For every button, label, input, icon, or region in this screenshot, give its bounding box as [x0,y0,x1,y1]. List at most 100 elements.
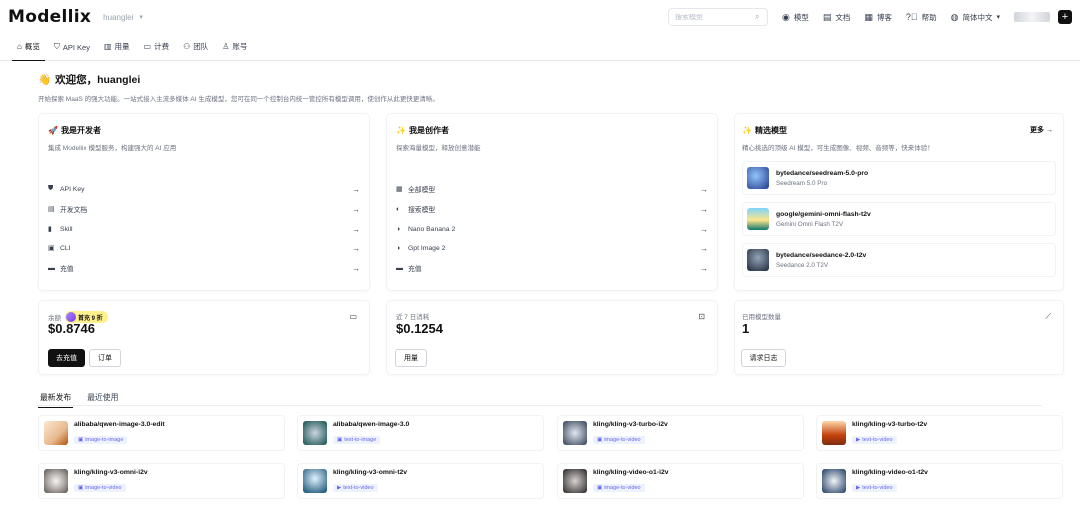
model-card[interactable]: kling/kling-v3-omni-i2v ▣ image-to-video [38,463,285,499]
model-card[interactable]: kling/kling-video-o1-i2v ▣ image-to-video [557,463,804,499]
model-thumbnail [747,167,769,189]
tag-label: image-to-video [85,484,122,491]
creator-item-search-models[interactable]: ◐ 搜索模型 → [396,203,708,215]
model-tag: ▣ image-to-video [593,483,645,492]
dev-item-cli[interactable]: ▣ CLI → [48,242,360,254]
creator-card: ✨ 我是创作者 探索海量模型，释放创意潜能 ▦ 全部模型 → ◐ 搜索模型 → … [386,113,718,291]
model-card[interactable]: kling/kling-v3-turbo-i2v ▣ image-to-video [557,415,804,451]
nav-help-label: 帮助 [921,12,937,22]
user-menu[interactable] [1014,12,1050,22]
dev-item-api-key[interactable]: ⛊ API Key → [48,183,360,195]
model-label: Gemini Omni Flash T2V [776,220,844,228]
tab-billing-label: 计费 [154,42,170,51]
nav-help[interactable]: ?⃝ 帮助 [906,12,937,23]
terminal-icon: ▣ [48,245,55,252]
nav-blog[interactable]: ▦ 博客 [864,12,892,23]
dev-item-docs[interactable]: ▤ 开发文档 → [48,203,360,215]
creator-item-nano-banana[interactable]: ◑ Nano Banana 2 → [396,223,708,235]
document-icon: ▤ [48,206,55,213]
dev-item-label: API Key [60,185,85,193]
featured-subtitle: 精心挑选的顶级 AI 模型，可生成图像、视频、音频等，快来体验！ [742,145,934,152]
image-icon: ▣ [78,436,84,443]
sparkle-icon: ✨ [742,126,752,135]
model-card[interactable]: kling/kling-video-o1-t2v ▶ text-to-video [816,463,1063,499]
divider [38,405,1042,406]
model-card[interactable]: kling/kling-v3-omni-t2v ▶ text-to-video [297,463,544,499]
featured-model-row[interactable]: bytedance/seedance-2.0-t2v Seedance 2.0 … [742,243,1056,277]
model-label: Seedream 5.0 Pro [776,179,828,187]
tag-label: image-to-image [85,436,124,443]
topup-button[interactable]: 去充值 [48,349,85,367]
nav-models[interactable]: ◉ 模型 [782,12,809,23]
dev-item-label: Skill [60,225,73,233]
model-tag: ▶ text-to-video [852,483,897,492]
video-icon: ▶ [337,484,342,491]
tag-label: text-to-video [862,484,893,491]
spend-value: $0.1254 [396,321,443,336]
video-icon: ▶ [856,484,861,491]
creator-item-label: 充值 [408,266,422,273]
image-icon: ▣ [337,436,343,443]
help-icon: ?⃝ [905,12,918,22]
search-input[interactable] [674,13,755,21]
model-search[interactable]: ⌕ [667,8,768,26]
welcome-title: 欢迎您，huanglei [55,74,141,86]
tab-api-key[interactable]: ⛉ API Key [47,42,97,60]
model-tag: ▣ image-to-image [74,435,128,444]
featured-title-text: 精选模型 [754,126,787,135]
video-icon: ▶ [856,436,861,443]
user-icon: ♙ [222,42,230,51]
model-thumbnail [747,249,769,271]
welcome-heading: 👋 欢迎您，huanglei [38,72,439,87]
model-tag: ▶ text-to-video [333,483,378,492]
tab-billing[interactable]: ▭ 计费 [137,41,177,60]
spend-label: 近 7 日消耗 [396,314,430,321]
chevron-down-icon: ▾ [996,14,1000,21]
featured-models-card: ✨ 精选模型 精心挑选的顶级 AI 模型，可生成图像、视频、音频等，快来体验！ … [734,113,1064,291]
balance-value: $0.8746 [48,321,95,336]
nav-models-label: 模型 [793,12,809,22]
create-button[interactable]: + [1058,10,1072,24]
tab-team[interactable]: ⚇ 团队 [176,41,215,60]
featured-model-row[interactable]: bytedance/seedream-5.0-pro Seedream 5.0 … [742,161,1056,195]
creator-item-all-models[interactable]: ▦ 全部模型 → [396,183,708,195]
tab-overview[interactable]: ⌂ 概览 [10,41,47,61]
model-tag: ▶ text-to-video [852,435,897,444]
tab-usage[interactable]: ▥ 用量 [97,41,137,60]
dev-item-topup[interactable]: ▬ 充值 → [48,262,360,274]
more-models-link[interactable]: 更多 → [1030,125,1053,135]
plus-icon: + [1061,10,1069,23]
model-card[interactable]: alibaba/qwen-image-3.0 ▣ text-to-image [297,415,544,451]
search-icon: ⌕ [754,12,760,21]
orders-button[interactable]: 订单 [89,349,121,367]
blog-icon: ▦ [864,11,873,22]
featured-model-row[interactable]: google/gemini-omni-flash-t2v Gemini Omni… [742,202,1056,236]
tag-label: text-to-video [862,436,893,443]
creator-item-label: 全部模型 [408,187,436,194]
model-name: kling/kling-v3-omni-t2v [333,468,408,476]
dev-item-label: CLI [60,244,71,252]
tag-label: text-to-video [343,484,374,491]
image-icon: ▣ [597,484,603,491]
developer-card: 🚀 我是开发者 集成 Modellix 模型服务，构建强大的 AI 应用 ⛊ A… [38,113,370,291]
language-switcher[interactable]: ◍ 简体中文 ▾ [951,12,1000,23]
model-name: alibaba/qwen-image-3.0-edit [74,420,165,428]
app-logo[interactable]: Modellix [8,7,91,27]
usage-button[interactable]: 用量 [395,349,427,367]
tab-account[interactable]: ♙ 账号 [215,41,254,60]
workspace-switcher[interactable]: huanglei ▾ [103,13,143,22]
creator-item-gpt-image[interactable]: ◑ Gpt Image 2 → [396,242,708,254]
nav-docs[interactable]: ▤ 文档 [823,12,851,23]
model-name: kling/kling-v3-turbo-t2v [852,420,928,428]
model-name: bytedance/seedance-2.0-t2v [776,251,867,259]
language-label: 简体中文 [962,12,993,22]
model-card[interactable]: kling/kling-v3-turbo-t2v ▶ text-to-video [816,415,1063,451]
model-card[interactable]: alibaba/qwen-image-3.0-edit ▣ image-to-im… [38,415,285,451]
sparkle-icon: ◑ [396,244,401,252]
request-log-button[interactable]: 请求日志 [741,349,786,367]
dev-item-label: 充值 [60,266,74,273]
models-used-label: 已用模型数量 [742,314,781,321]
creator-item-topup[interactable]: ▬ 充值 → [396,262,708,274]
tab-team-label: 团队 [193,42,209,51]
dev-item-skill[interactable]: ▮ Skill → [48,223,360,235]
